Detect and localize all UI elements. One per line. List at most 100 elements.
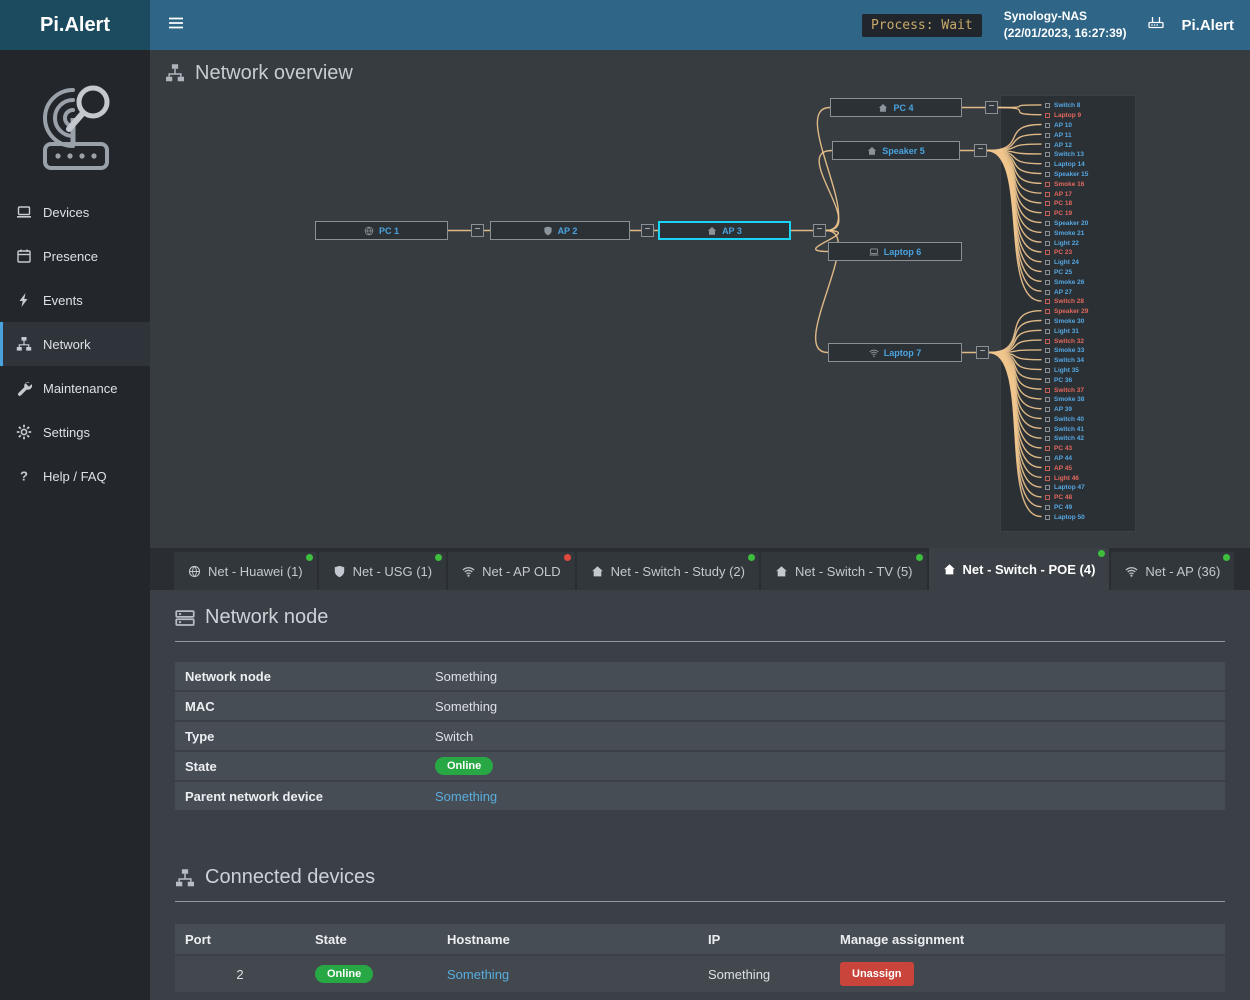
tab-net-switch-study-2[interactable]: Net - Switch - Study (2) [577,552,759,590]
device-list-item[interactable]: Laptop 9 [1001,111,1135,121]
sidebar-item-presence[interactable]: Presence [0,234,150,278]
table-row: 2OnlineSomethingSomethingUnassign [175,956,1225,992]
sidebar-item-network[interactable]: Network [0,322,150,366]
device-list-item[interactable]: Switch 40 [1001,415,1135,425]
question-icon: ? [16,468,32,484]
device-list-item[interactable]: Smoke 33 [1001,346,1135,356]
device-label: Smoke 38 [1054,396,1084,403]
device-list-item[interactable]: AP 44 [1001,454,1135,464]
unassign-button[interactable]: Unassign [840,962,914,986]
device-list-item[interactable]: Switch 8 [1001,101,1135,111]
device-list-item[interactable]: Speaker 29 [1001,307,1135,317]
wifi-icon [1125,565,1138,578]
parent-device-link[interactable]: Something [435,789,497,804]
tab-net-switch-tv-5[interactable]: Net - Switch - TV (5) [761,552,927,590]
topology-node-pc-4[interactable]: PC 4 [830,98,962,117]
brand-right: Pi.Alert [1148,13,1234,37]
sidebar-item-maintenance[interactable]: Maintenance [0,366,150,410]
device-list-item[interactable]: Switch 32 [1001,336,1135,346]
tab-net-ap-old[interactable]: Net - AP OLD [448,552,575,590]
device-list-item[interactable]: Switch 28 [1001,297,1135,307]
device-list-item[interactable]: AP 45 [1001,463,1135,473]
network-node-table: Network nodeSomethingMACSomethingTypeSwi… [175,662,1225,810]
device-list-item[interactable]: Smoke 21 [1001,228,1135,238]
device-list-item[interactable]: Light 31 [1001,326,1135,336]
collapse-connector[interactable]: − [813,224,826,237]
brand-logo[interactable]: Pi.Alert [0,0,150,50]
house-icon [943,563,956,576]
device-list-item[interactable]: Light 35 [1001,366,1135,376]
topology-node-speaker-5[interactable]: Speaker 5 [832,141,960,160]
house-icon [707,226,717,236]
hamburger-menu-button[interactable] [150,0,202,50]
device-list-item[interactable]: AP 10 [1001,121,1135,131]
device-list-item[interactable]: AP 27 [1001,287,1135,297]
collapse-connector[interactable]: − [641,224,654,237]
topology-node-ap-3[interactable]: AP 3 [658,221,791,240]
pialert-router-icon [1148,13,1172,37]
sidebar-item-label: Devices [43,205,89,220]
device-list-item[interactable]: PC 18 [1001,199,1135,209]
device-list-item[interactable]: Laptop 47 [1001,483,1135,493]
tab-net-ap-36[interactable]: Net - AP (36) [1111,552,1234,590]
device-list-item[interactable]: Smoke 26 [1001,277,1135,287]
house-icon [867,146,877,156]
device-icon [1045,299,1050,304]
device-list-item[interactable]: Laptop 14 [1001,160,1135,170]
device-label: Light 31 [1054,328,1079,335]
device-list-item[interactable]: PC 23 [1001,248,1135,258]
device-list-item[interactable]: Speaker 20 [1001,219,1135,229]
device-list-item[interactable]: Smoke 16 [1001,179,1135,189]
device-label: Switch 13 [1054,151,1084,158]
sidebar-item-events[interactable]: Events [0,278,150,322]
device-list-item[interactable]: Switch 42 [1001,434,1135,444]
tab-net-usg-1[interactable]: Net - USG (1) [319,552,446,590]
device-list-item[interactable]: Switch 41 [1001,424,1135,434]
collapse-connector[interactable]: − [471,224,484,237]
device-list-item[interactable]: Smoke 38 [1001,395,1135,405]
device-list-item[interactable]: PC 48 [1001,493,1135,503]
sidebar-menu: Devices PresenceEventsNetworkMaintenanceS… [0,190,150,498]
device-list-item[interactable]: AP 12 [1001,140,1135,150]
device-list-item[interactable]: PC 36 [1001,375,1135,385]
device-label: Laptop 47 [1054,484,1085,491]
topology-node-laptop-7[interactable]: Laptop 7 [828,343,962,362]
device-list-item[interactable]: AP 39 [1001,405,1135,415]
node-label: AP 3 [722,226,742,236]
device-list-item[interactable]: PC 25 [1001,268,1135,278]
device-list-item[interactable]: Light 24 [1001,258,1135,268]
server-icon [175,608,195,628]
devices-table-header: PortStateHostnameIPManage assignment [175,924,1225,954]
device-label: AP 27 [1054,289,1072,296]
device-list-item[interactable]: Laptop 50 [1001,512,1135,522]
topology-node-ap-2[interactable]: AP 2 [490,221,630,240]
tab-net-huawei-1[interactable]: Net - Huawei (1) [174,552,317,590]
device-list-item[interactable]: PC 43 [1001,444,1135,454]
device-list-item[interactable]: Switch 37 [1001,385,1135,395]
sidebar-item-settings[interactable]: Settings [0,410,150,454]
device-label: AP 11 [1054,132,1072,139]
device-list-item[interactable]: Smoke 30 [1001,317,1135,327]
hostname-link[interactable]: Something [447,967,509,982]
device-list-item[interactable]: Switch 34 [1001,356,1135,366]
device-icon [1045,221,1050,226]
device-list-item[interactable]: Light 22 [1001,238,1135,248]
device-list-item[interactable]: PC 19 [1001,209,1135,219]
topology-node-laptop-6[interactable]: Laptop 6 [828,242,962,261]
device-list-item[interactable]: Switch 13 [1001,150,1135,160]
device-list-item[interactable]: PC 49 [1001,503,1135,513]
collapse-connector[interactable]: − [974,144,987,157]
page-title-text: Network overview [195,62,353,84]
status-dot [748,554,755,561]
collapse-connector[interactable]: − [985,101,998,114]
sidebar-item-help-faq[interactable]: ?Help / FAQ [0,454,150,498]
device-list-item[interactable]: AP 17 [1001,189,1135,199]
topology-node-pc-1[interactable]: PC 1 [315,221,448,240]
info-label: Type [175,729,435,744]
device-list-item[interactable]: Light 46 [1001,473,1135,483]
device-list-item[interactable]: AP 11 [1001,130,1135,140]
tab-net-switch-poe-4[interactable]: Net - Switch - POE (4) [929,548,1110,590]
sidebar-item-devices[interactable]: Devices [0,190,150,234]
device-list-item[interactable]: Speaker 15 [1001,170,1135,180]
collapse-connector[interactable]: − [976,346,989,359]
